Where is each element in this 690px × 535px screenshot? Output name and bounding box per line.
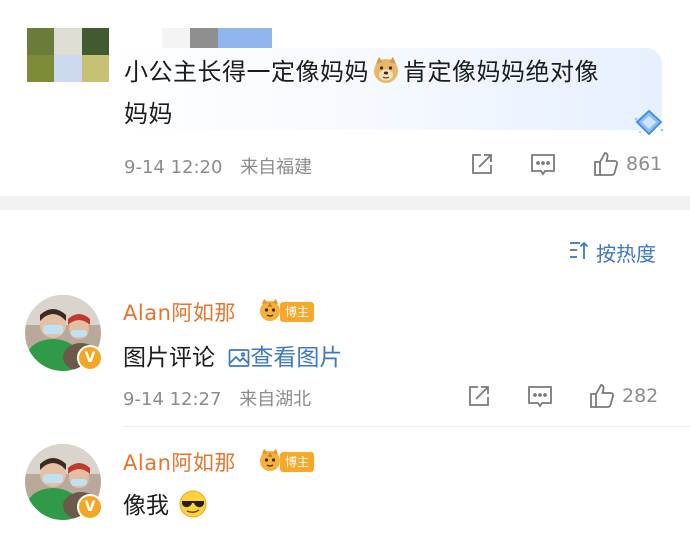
avatar-tile — [54, 55, 82, 82]
avatar[interactable] — [27, 28, 109, 82]
share-button[interactable] — [470, 152, 494, 176]
comment-text-part1: 小公主长得一定像妈妈 — [124, 58, 369, 86]
sort-by-hot-button[interactable]: 按热度 — [568, 238, 656, 267]
comment-text-part2: 肯定像妈妈绝对像 — [403, 58, 599, 86]
thumbs-up-icon — [592, 150, 620, 178]
reply-divider — [123, 426, 690, 427]
comment-meta: 9-14 12:20 来自福建 — [124, 153, 312, 179]
share-button[interactable] — [467, 384, 491, 408]
sort-icon — [568, 239, 596, 266]
avatar-tile — [81, 55, 109, 82]
image-icon — [228, 348, 250, 374]
avatar-tile — [54, 28, 82, 55]
author-badge: 博主 — [258, 448, 315, 476]
author-badge: 博主 — [258, 298, 315, 326]
comment-icon — [527, 385, 553, 409]
section-divider — [0, 196, 690, 210]
author-badge-label: 博主 — [280, 302, 315, 322]
reply-text: 像我 — [123, 486, 208, 525]
blurred-username[interactable] — [162, 28, 272, 48]
doge-emoji-icon — [371, 55, 401, 96]
share-icon — [467, 384, 491, 408]
comment-button[interactable] — [530, 153, 556, 177]
share-icon — [470, 152, 494, 176]
comment-text: 小公主长得一定像妈妈 肯定像妈妈绝对像 妈妈 — [124, 54, 654, 133]
verified-badge-icon: V — [77, 345, 103, 371]
verified-badge-icon: V — [77, 494, 103, 520]
avatar-tile — [27, 28, 55, 55]
cool-sunglasses-emoji-icon — [178, 489, 208, 525]
reply-text-body: 图片评论 — [123, 345, 215, 371]
comment-icon — [530, 153, 556, 177]
reply-text-body: 像我 — [123, 493, 169, 519]
reply-meta: 9-14 12:27 来自湖北 — [123, 385, 311, 411]
like-count: 861 — [626, 153, 663, 175]
comment-button[interactable] — [527, 385, 553, 409]
view-image-label: 查看图片 — [250, 345, 343, 371]
reply-text: 图片评论 查看图片 — [123, 338, 342, 374]
diamond-icon — [632, 107, 666, 137]
like-count: 282 — [622, 385, 659, 407]
comment-location: 来自福建 — [240, 157, 313, 178]
avatar-tile — [81, 28, 109, 55]
comment-date: 9-14 12:20 — [124, 157, 223, 178]
reply-username[interactable]: Alan阿如那 — [123, 297, 236, 327]
reply-username[interactable]: Alan阿如那 — [123, 447, 236, 477]
sort-label: 按热度 — [596, 242, 656, 266]
author-badge-label: 博主 — [280, 452, 315, 472]
thumbs-up-icon — [588, 382, 616, 410]
like-button[interactable]: 282 — [588, 382, 658, 410]
comment-text-part3: 妈妈 — [124, 100, 173, 128]
view-image-link[interactable]: 查看图片 — [228, 345, 342, 371]
reply-location: 来自湖北 — [239, 389, 312, 410]
reply-date: 9-14 12:27 — [123, 389, 222, 410]
like-button[interactable]: 861 — [592, 150, 662, 178]
avatar-tile — [27, 55, 55, 82]
